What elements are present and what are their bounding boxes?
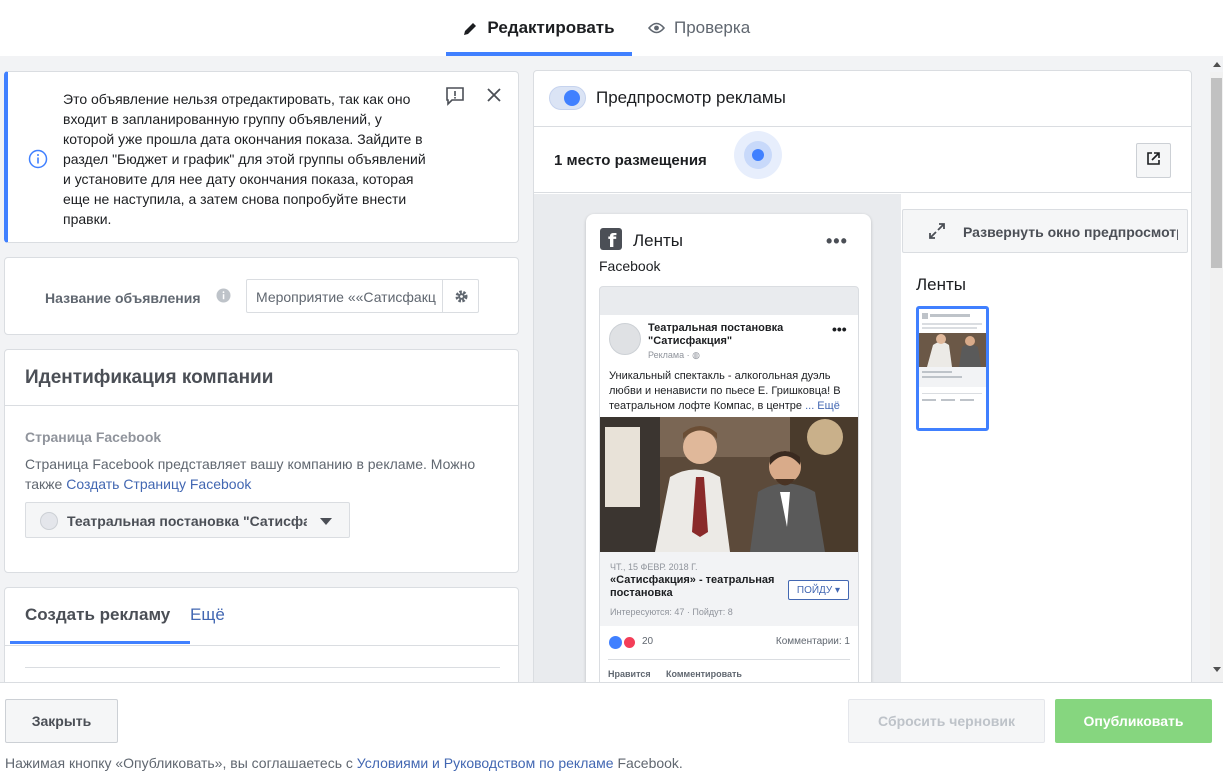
reset-draft-button[interactable]: Сбросить черновик bbox=[848, 699, 1045, 743]
divider bbox=[5, 405, 518, 406]
report-icon[interactable] bbox=[445, 86, 465, 111]
platform-label: Facebook bbox=[599, 258, 661, 274]
pencil-icon bbox=[463, 21, 478, 36]
facebook-page-label: Страница Facebook bbox=[25, 429, 162, 445]
preview-toggle[interactable] bbox=[549, 86, 586, 110]
footer-bar: Закрыть Сбросить черновик Опубликовать Н… bbox=[0, 682, 1223, 781]
scroll-down-arrow-icon[interactable] bbox=[1213, 667, 1221, 672]
terms-suffix: Facebook. bbox=[613, 755, 683, 771]
post-text: Уникальный спектакль - алкогольная дуэль… bbox=[609, 369, 853, 414]
event-meta: Интересуются: 47 · Пойдут: 8 bbox=[610, 607, 733, 617]
scroll-up-arrow-icon[interactable] bbox=[1213, 62, 1221, 67]
tab-edit-label: Редактировать bbox=[487, 18, 615, 37]
tab-review-label: Проверка bbox=[674, 18, 751, 37]
open-external-button[interactable] bbox=[1136, 143, 1171, 178]
tab-edit[interactable]: Редактировать bbox=[446, 0, 632, 56]
terms-notice: Нажимая кнопку «Опубликовать», вы соглаш… bbox=[5, 755, 683, 771]
pulse-dot bbox=[752, 149, 764, 161]
preview-toggle-label: Предпросмотр рекламы bbox=[596, 88, 786, 107]
placement-thumbnail[interactable] bbox=[916, 306, 989, 431]
top-tab-bar: Редактировать Проверка bbox=[0, 0, 1223, 56]
terms-prefix: Нажимая кнопку «Опубликовать», вы соглаш… bbox=[5, 755, 357, 771]
avatar bbox=[609, 323, 641, 355]
preview-canvas: f Ленты ••• Facebook Театральная постано… bbox=[534, 194, 901, 682]
more-options-icon[interactable]: ••• bbox=[826, 231, 848, 252]
ad-preview-panel: Предпросмотр рекламы 1 место размещения … bbox=[533, 70, 1192, 682]
placements-row: 1 место размещения bbox=[534, 128, 1191, 193]
create-page-link[interactable]: Создать Страницу Facebook bbox=[66, 476, 251, 492]
terms-link[interactable]: Условиями и Руководством по рекламе bbox=[357, 755, 614, 771]
like-reaction-icon bbox=[609, 636, 622, 649]
sponsored-label: Реклама · ◍ bbox=[648, 350, 700, 360]
toggle-knob bbox=[564, 90, 580, 106]
caret-down-icon bbox=[320, 518, 332, 525]
page-avatar bbox=[40, 512, 58, 530]
ad-name-section: Название объявления Мероприятие ««Сатисф… bbox=[4, 257, 519, 335]
event-details: ЧТ., 15 ФЕВР. 2018 Г. «Сатисфакция» - те… bbox=[600, 552, 858, 626]
divider bbox=[5, 645, 518, 646]
pulse-indicator bbox=[734, 131, 782, 179]
scrollbar-thumb[interactable] bbox=[1211, 78, 1222, 268]
active-tab-indicator bbox=[10, 641, 190, 644]
edit-blocked-alert: Это объявление нельзя отредактировать, т… bbox=[4, 71, 519, 243]
post-page-name: Театральная постановка "Сатисфакция" bbox=[648, 322, 784, 347]
comments-count: Комментарии: 1 bbox=[775, 636, 850, 647]
ad-name-value: Мероприятие ««Сатисфакция» - театральная… bbox=[256, 289, 436, 305]
facebook-page-description: Страница Facebook представляет вашу комп… bbox=[25, 454, 485, 494]
reactions-count: 20 bbox=[642, 636, 654, 647]
expand-preview-label: Развернуть окно предпросмотра bbox=[963, 224, 1178, 240]
create-ad-section: Создать рекламу Ещё bbox=[4, 587, 519, 682]
phone-preview: f Ленты ••• Facebook Театральная постано… bbox=[586, 214, 871, 682]
post-menu-icon: ••• bbox=[832, 321, 847, 337]
ad-post: Театральная постановка "Сатисфакция" Рек… bbox=[599, 286, 859, 682]
preview-header: Предпросмотр рекламы bbox=[534, 71, 1191, 127]
placements-count[interactable]: 1 место размещения bbox=[554, 152, 707, 169]
publish-button[interactable]: Опубликовать bbox=[1055, 699, 1212, 743]
ad-name-field[interactable]: Мероприятие ««Сатисфакция» - театральная… bbox=[246, 279, 479, 313]
section-title: Идентификация компании bbox=[25, 367, 274, 388]
love-reaction-icon bbox=[623, 636, 636, 649]
eye-icon bbox=[648, 22, 665, 34]
page-name: Театральная постановка "Сатисфакция" bbox=[67, 513, 307, 529]
placement-group-title: Ленты bbox=[916, 275, 967, 294]
facebook-logo-icon: f bbox=[600, 228, 622, 252]
post-card: Театральная постановка "Сатисфакция" Рек… bbox=[600, 315, 858, 682]
external-link-icon bbox=[1146, 151, 1161, 171]
tab-create-ad[interactable]: Создать рекламу bbox=[25, 605, 170, 625]
tab-review[interactable]: Проверка bbox=[648, 0, 750, 56]
going-button: ПОЙДУ ▾ bbox=[788, 580, 849, 600]
page-selector[interactable]: Театральная постановка "Сатисфакция" bbox=[25, 502, 350, 538]
expand-preview-button[interactable]: Развернуть окно предпросмотра bbox=[902, 209, 1188, 253]
ad-image bbox=[600, 417, 858, 552]
info-icon bbox=[28, 149, 48, 174]
business-identity-section: Идентификация компании Страница Facebook… bbox=[4, 349, 519, 573]
close-button[interactable]: Закрыть bbox=[5, 699, 118, 743]
like-action: Нравится bbox=[608, 669, 651, 679]
close-icon[interactable] bbox=[486, 87, 502, 108]
see-more-link: ... Ещё bbox=[805, 400, 840, 412]
pulse-ring bbox=[744, 141, 772, 169]
editor-workspace: Это объявление нельзя отредактировать, т… bbox=[0, 56, 1223, 682]
reactions-row: 20 Комментарии: 1 bbox=[600, 626, 858, 658]
expand-icon bbox=[928, 222, 946, 245]
divider bbox=[608, 659, 850, 660]
info-icon[interactable] bbox=[216, 288, 231, 308]
ad-name-label: Название объявления bbox=[45, 290, 201, 306]
divider bbox=[25, 667, 500, 668]
alert-text: Это объявление нельзя отредактировать, т… bbox=[63, 91, 426, 227]
comment-action: Комментировать bbox=[666, 669, 742, 679]
tab-more[interactable]: Ещё bbox=[190, 605, 225, 625]
event-title: «Сатисфакция» - театральная постановка bbox=[610, 574, 775, 599]
gear-icon[interactable] bbox=[442, 280, 479, 312]
event-date: ЧТ., 15 ФЕВР. 2018 Г. bbox=[610, 562, 698, 572]
placement-sidebar: Развернуть окно предпросмотра Ленты bbox=[901, 194, 1191, 682]
placement-title: Ленты bbox=[633, 231, 684, 250]
